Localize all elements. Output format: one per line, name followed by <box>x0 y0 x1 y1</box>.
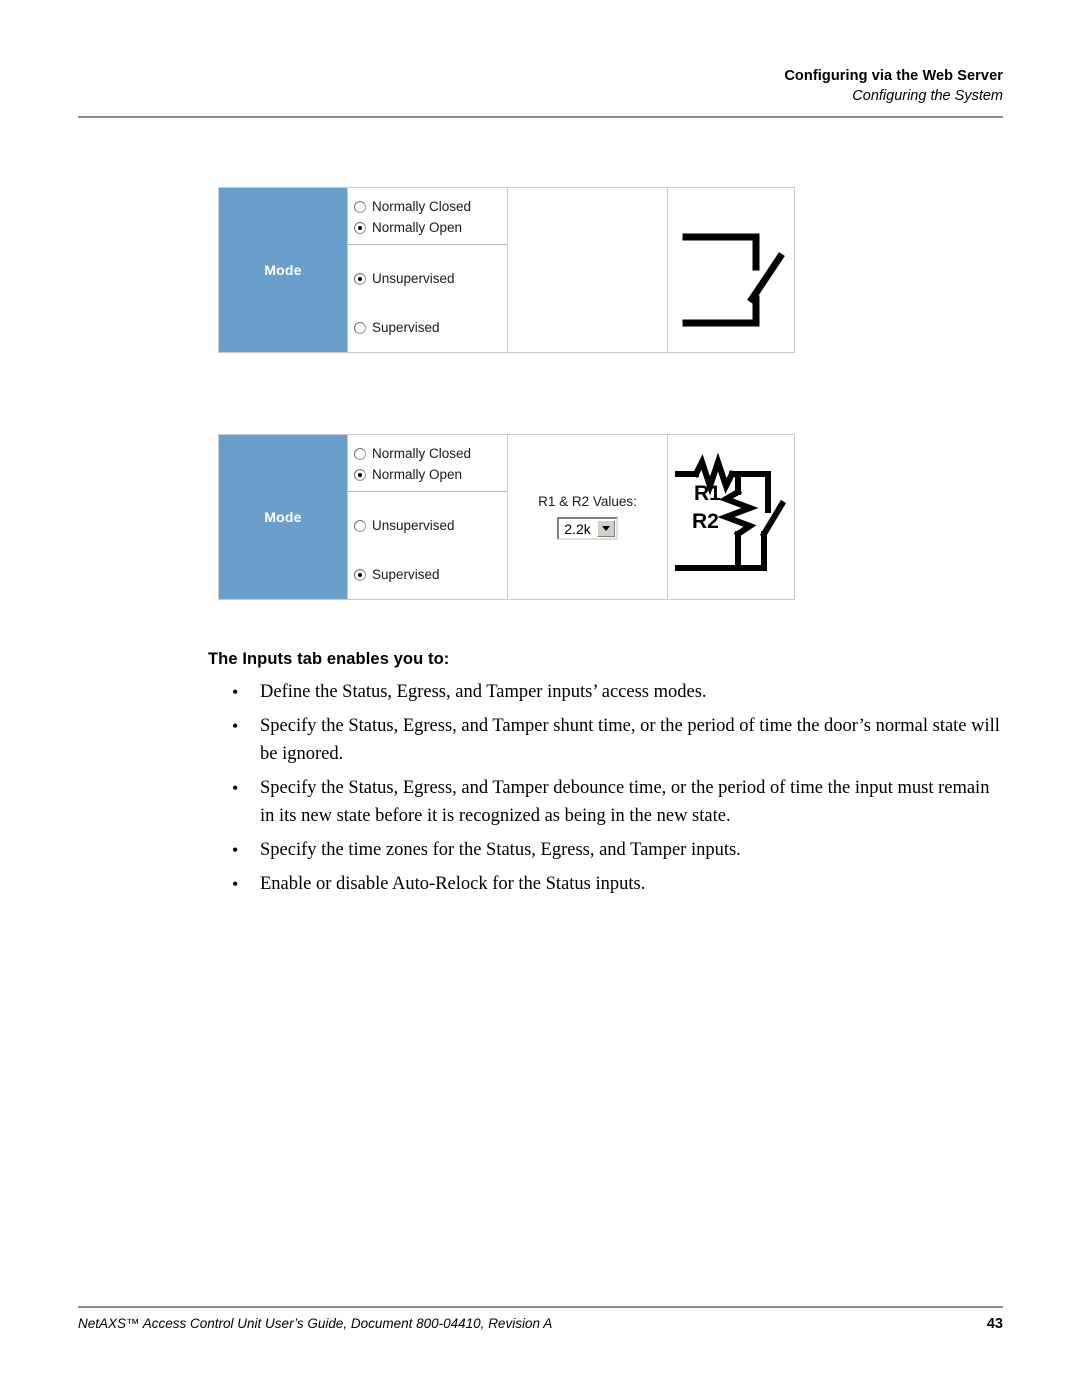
radio-checked-icon[interactable] <box>354 568 366 581</box>
mode-header-cell: Mode <box>219 435 347 599</box>
normal-state-radio-group: Normally Closed Normally Open <box>348 188 507 245</box>
radio-label: Unsupervised <box>372 271 455 287</box>
list-item: • Specify the time zones for the Status,… <box>232 836 1004 864</box>
radio-normally-closed[interactable]: Normally Closed <box>354 443 507 464</box>
list-item-text: Specify the Status, Egress, and Tamper d… <box>260 778 990 826</box>
unsupervised-mode-figure: Mode Normally Closed Normally Open Unsup… <box>218 187 795 353</box>
radio-label: Supervised <box>372 319 440 335</box>
page-running-header: Configuring via the Web Server Configuri… <box>78 66 1003 106</box>
page-number: 43 <box>986 1316 1003 1332</box>
supervised-mode-figure: Mode Normally Closed Normally Open Unsup… <box>218 434 795 600</box>
radio-normally-open[interactable]: Normally Open <box>354 217 507 238</box>
list-item: • Specify the Status, Egress, and Tamper… <box>232 712 1004 768</box>
list-item: • Specify the Status, Egress, and Tamper… <box>232 774 1004 830</box>
header-title: Configuring via the Web Server <box>784 68 1003 84</box>
values-cell-empty <box>507 188 667 352</box>
mode-radio-cell: Normally Closed Normally Open Unsupervis… <box>347 188 507 352</box>
radio-checked-icon[interactable] <box>354 273 366 286</box>
radio-label: Supervised <box>372 566 440 582</box>
resistor-value-select[interactable]: 2.2k <box>557 517 618 540</box>
list-item: • Define the Status, Egress, and Tamper … <box>232 678 1004 706</box>
radio-unsupervised[interactable]: Unsupervised <box>354 516 507 537</box>
radio-unchecked-icon[interactable] <box>354 321 366 334</box>
radio-label: Normally Open <box>372 466 463 482</box>
circuit-diagram-cell: R1 R2 <box>667 435 794 599</box>
radio-label: Normally Open <box>372 219 463 235</box>
radio-supervised[interactable]: Supervised <box>354 564 507 585</box>
list-item-text: Specify the Status, Egress, and Tamper s… <box>260 716 1000 764</box>
supervised-resistor-switch-diagram-icon: R1 R2 <box>675 452 787 571</box>
r2-circuit-label: R2 <box>692 510 719 533</box>
chevron-down-icon[interactable] <box>596 520 615 537</box>
radio-checked-icon[interactable] <box>354 221 366 234</box>
radio-unchecked-icon[interactable] <box>354 447 366 460</box>
bullet-marker: • <box>232 874 239 894</box>
bullet-marker: • <box>232 682 239 702</box>
radio-label: Normally Closed <box>372 198 472 214</box>
inputs-tab-bullet-list: • Define the Status, Egress, and Tamper … <box>232 678 1004 904</box>
supervision-radio-group: Unsupervised Supervised <box>348 245 507 352</box>
mode-radio-cell: Normally Closed Normally Open Unsupervis… <box>347 435 507 599</box>
header-subtitle: Configuring the System <box>852 88 1003 104</box>
radio-normally-open[interactable]: Normally Open <box>354 464 507 485</box>
list-item-text: Enable or disable Auto-Relock for the St… <box>260 874 646 894</box>
radio-normally-closed[interactable]: Normally Closed <box>354 196 507 217</box>
r1-circuit-label: R1 <box>694 482 721 505</box>
radio-label: Normally Closed <box>372 445 472 461</box>
radio-unchecked-icon[interactable] <box>354 520 366 533</box>
open-switch-diagram-icon <box>682 233 785 327</box>
header-divider-rule <box>78 116 1003 118</box>
radio-unchecked-icon[interactable] <box>354 200 366 213</box>
list-item: • Enable or disable Auto-Relock for the … <box>232 870 1004 898</box>
footer-divider-rule <box>78 1306 1003 1308</box>
resistor-values-cell: R1 & R2 Values: 2.2k <box>507 435 667 599</box>
radio-checked-icon[interactable] <box>354 468 366 481</box>
mode-label: Mode <box>264 262 302 278</box>
bullet-marker: • <box>232 778 239 798</box>
mode-label: Mode <box>264 509 302 525</box>
section-heading: The Inputs tab enables you to: <box>208 650 450 668</box>
radio-supervised[interactable]: Supervised <box>354 317 507 338</box>
resistor-value-selected: 2.2k <box>559 519 597 538</box>
normal-state-radio-group: Normally Closed Normally Open <box>348 435 507 492</box>
list-item-text: Define the Status, Egress, and Tamper in… <box>260 682 707 702</box>
r1-r2-values-label: R1 & R2 Values: <box>538 494 637 509</box>
list-item-text: Specify the time zones for the Status, E… <box>260 840 741 860</box>
supervision-radio-group: Unsupervised Supervised <box>348 492 507 599</box>
mode-header-cell: Mode <box>219 188 347 352</box>
radio-unsupervised[interactable]: Unsupervised <box>354 269 507 290</box>
radio-label: Unsupervised <box>372 518 455 534</box>
bullet-marker: • <box>232 716 239 736</box>
bullet-marker: • <box>232 840 239 860</box>
circuit-diagram-cell <box>667 188 794 352</box>
